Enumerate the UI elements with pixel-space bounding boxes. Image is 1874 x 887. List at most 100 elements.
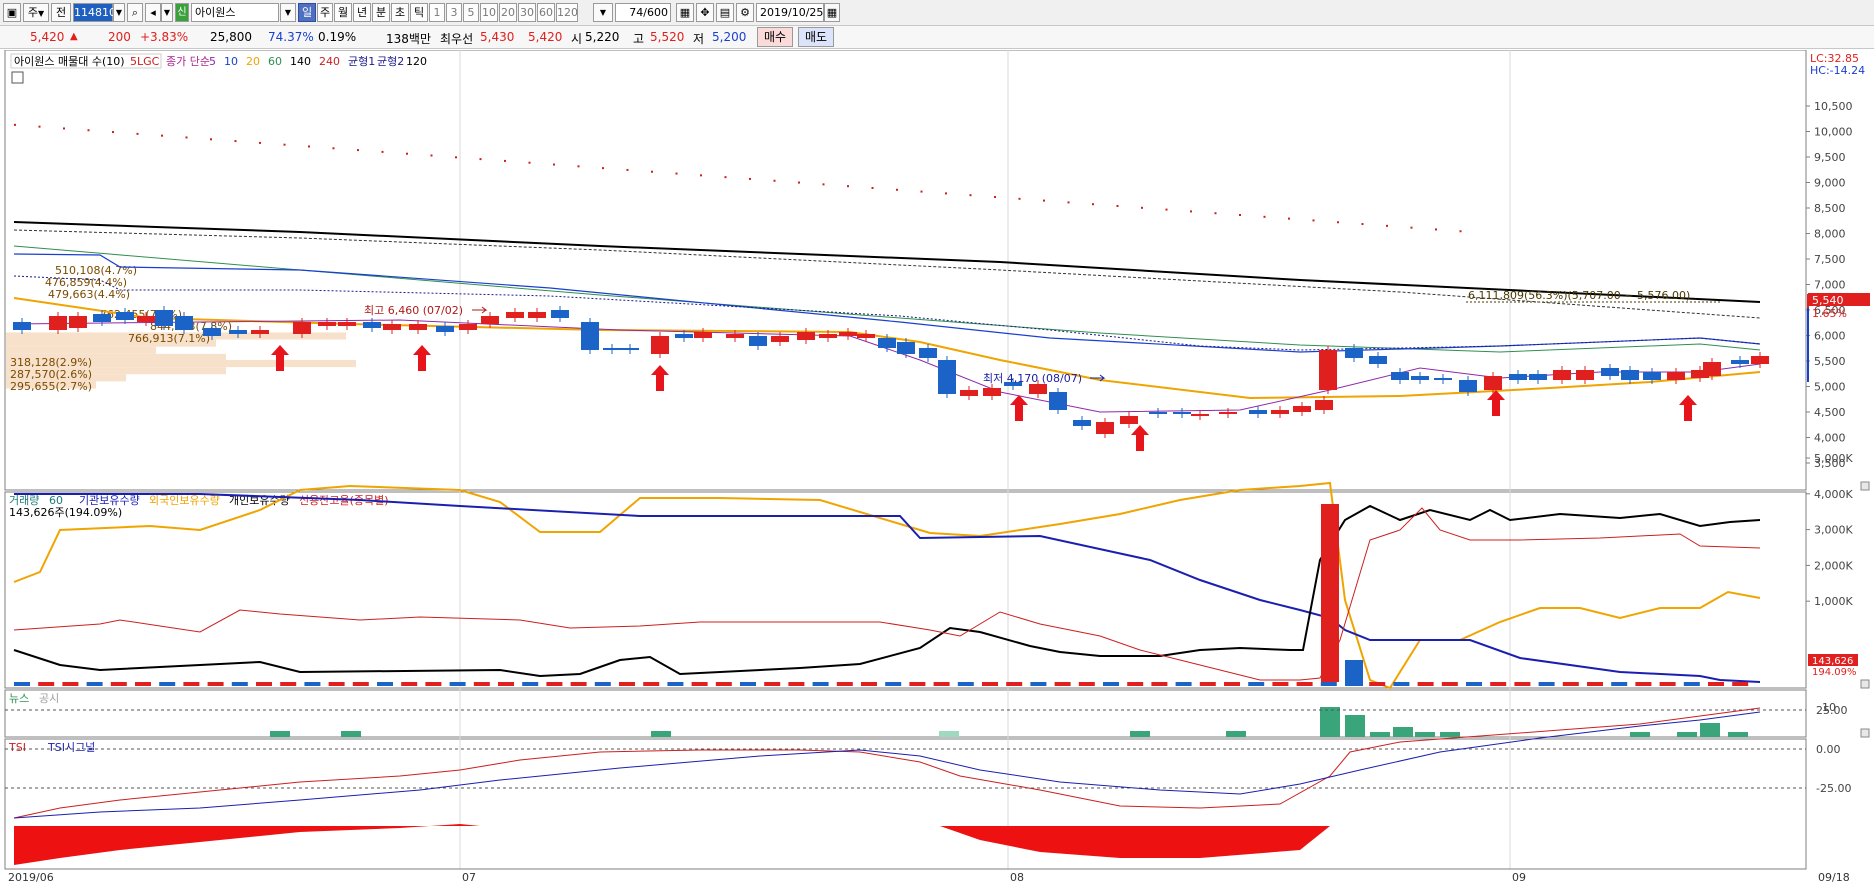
tsi-legend-item[interactable]: TSI시그널: [47, 741, 95, 754]
candle-body: [726, 334, 744, 338]
period-button-13[interactable]: 60: [537, 3, 555, 22]
best-bid: 5,420: [528, 30, 563, 44]
volume-profile-label: 295,655(2.7%): [10, 380, 92, 393]
volume-bar: [473, 682, 490, 686]
sar-dot: [1239, 214, 1241, 217]
period-button-12[interactable]: 30: [518, 3, 536, 22]
volume-bar: [1054, 682, 1071, 686]
volume-bar: [740, 682, 756, 686]
x-axis-label: 08: [1010, 871, 1024, 884]
save-icon[interactable]: ▤: [716, 3, 734, 22]
buy-button[interactable]: 매수: [757, 27, 794, 47]
volume-legend-item[interactable]: 외국인보유수량: [149, 494, 220, 507]
grid-toggle-icon: [11, 71, 24, 84]
date-field[interactable]: 2019/10/25: [756, 3, 824, 22]
low-label: 저: [693, 32, 705, 46]
candle-body: [694, 332, 712, 338]
candle-body: [1601, 368, 1619, 376]
mode-button[interactable]: 전: [51, 3, 71, 22]
search-icon[interactable]: ⌕: [127, 3, 143, 22]
sar-dot: [1435, 228, 1437, 231]
stock-code-input[interactable]: 114810: [73, 3, 116, 22]
period-button-3[interactable]: 년: [353, 3, 371, 22]
sar-dot: [1459, 230, 1462, 233]
price-legend-item[interactable]: 균형1: [348, 55, 375, 68]
candle-body: [1576, 370, 1594, 380]
sar-dot: [1141, 206, 1143, 209]
price-legend-item[interactable]: 5LGC: [130, 55, 160, 68]
price-legend-item[interactable]: 240: [319, 55, 340, 68]
volume-bar: [1199, 682, 1216, 686]
sar-dot: [185, 136, 188, 139]
price-legend-item[interactable]: 5: [209, 55, 216, 68]
best-ask: 5,430: [480, 30, 515, 44]
tsi-legend-item[interactable]: TSI: [8, 741, 26, 754]
crosshair-icon[interactable]: ✥: [696, 3, 714, 22]
speaker-dropdown-icon[interactable]: ▼: [161, 3, 173, 22]
candle-body: [1271, 410, 1289, 414]
x-axis-label: 07: [462, 871, 476, 884]
candle-body: [1173, 412, 1191, 414]
news-bar: [1320, 707, 1340, 737]
price-legend-item[interactable]: 20: [246, 55, 260, 68]
sar-dot: [1337, 221, 1339, 224]
stock-code-dropdown-icon[interactable]: ▼: [113, 3, 125, 22]
sell-button[interactable]: 매도: [798, 27, 835, 47]
volume-bar: [1393, 682, 1410, 686]
type-select[interactable]: 주▼: [23, 3, 49, 22]
volume-bar-2: [1345, 660, 1363, 686]
candle-body: [919, 348, 937, 358]
x-axis-label: 2019/06: [8, 871, 54, 884]
chart-area[interactable]: 10,500 10,000 9,500 9,000 8,500 8,000 7,500 7,0…: [0, 50, 1874, 887]
period-button-9[interactable]: 5: [463, 3, 479, 22]
sar-dot: [700, 174, 702, 177]
stock-name-field[interactable]: 아이원스: [191, 3, 279, 22]
volume-bar: [691, 682, 708, 686]
volume-bar: [1224, 682, 1240, 686]
gear-icon[interactable]: ⚙: [736, 3, 754, 22]
candle-body: [581, 322, 599, 350]
sar-dot: [994, 195, 996, 198]
volume-bar: [1732, 682, 1749, 686]
period-button-8[interactable]: 3: [446, 3, 462, 22]
volume-bar: [1441, 682, 1458, 686]
price-legend-item[interactable]: 120: [406, 55, 427, 68]
period-button-1[interactable]: 주: [317, 3, 333, 22]
news-legend-item[interactable]: 공시: [39, 692, 59, 705]
stock-name-dropdown-icon[interactable]: ▼: [280, 3, 296, 22]
period-button-11[interactable]: 20: [499, 3, 517, 22]
candle-body: [383, 324, 401, 330]
period-button-6[interactable]: 틱: [410, 3, 428, 22]
candle-body: [338, 322, 356, 326]
period-button-7[interactable]: 1: [429, 3, 445, 22]
period-button-5[interactable]: 초: [391, 3, 409, 22]
price-legend-item[interactable]: 60: [268, 55, 282, 68]
price-change: 200: [108, 30, 131, 44]
speaker-icon[interactable]: ◂: [145, 3, 161, 22]
volume-bar: [14, 682, 30, 686]
volume-bar: [764, 682, 781, 686]
period-button-10[interactable]: 10: [480, 3, 498, 22]
price-axis-label: 9,000: [1814, 177, 1846, 190]
candle-body: [1096, 422, 1114, 434]
price-legend-item[interactable]: 종가 단순: [166, 55, 210, 68]
volume-bar: [449, 682, 466, 686]
zoom-icon[interactable]: ▦: [676, 3, 694, 22]
period-button-2[interactable]: 월: [334, 3, 352, 22]
price-legend-item[interactable]: 아이원스 매물대 수(10): [14, 55, 125, 68]
count-dropdown-icon[interactable]: ▼: [593, 3, 613, 22]
chart-settings-icon[interactable]: ▣: [3, 3, 21, 22]
volume-bar: [135, 682, 151, 686]
sar-dot: [1410, 226, 1413, 229]
volume-bar: [909, 682, 926, 686]
news-legend-item[interactable]: 뉴스: [9, 692, 29, 705]
calendar-icon[interactable]: ▦: [824, 3, 840, 22]
sar-dot: [945, 192, 947, 195]
price-legend-item[interactable]: 140: [290, 55, 311, 68]
period-button-0[interactable]: 일: [298, 3, 316, 22]
period-button-4[interactable]: 분: [372, 3, 390, 22]
period-button-14[interactable]: 120: [556, 3, 578, 22]
price-legend-item[interactable]: 균형2: [377, 55, 404, 68]
count-field[interactable]: 74/600: [615, 3, 671, 22]
price-legend-item[interactable]: 10: [224, 55, 238, 68]
